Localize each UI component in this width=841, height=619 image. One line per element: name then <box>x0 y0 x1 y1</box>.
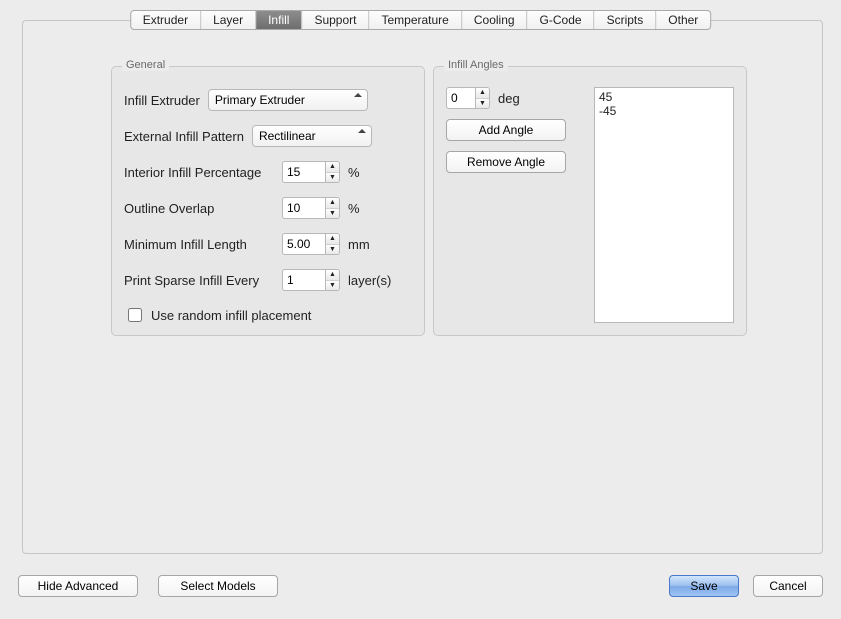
min-length-label: Minimum Infill Length <box>124 237 274 252</box>
outline-overlap-input[interactable] <box>282 197 326 219</box>
min-length-stepper[interactable]: ▲▼ <box>326 233 340 255</box>
angle-stepper[interactable]: ▲▼ <box>476 87 490 109</box>
infill-extruder-label: Infill Extruder <box>124 93 200 108</box>
list-item[interactable]: 45 <box>599 90 729 104</box>
save-button[interactable]: Save <box>669 575 739 597</box>
angle-input[interactable] <box>446 87 476 109</box>
sparse-every-input[interactable] <box>282 269 326 291</box>
list-item[interactable]: -45 <box>599 104 729 118</box>
min-length-unit: mm <box>348 237 370 252</box>
select-models-button[interactable]: Select Models <box>158 575 278 597</box>
group-infill-angles: Infill Angles ▲▼ deg Add Angle Remove An… <box>433 66 747 336</box>
angles-list[interactable]: 45 -45 <box>594 87 734 323</box>
tabbar: Extruder Layer Infill Support Temperatur… <box>130 10 712 30</box>
outline-overlap-unit: % <box>348 201 360 216</box>
remove-angle-button[interactable]: Remove Angle <box>446 151 566 173</box>
interior-percent-input[interactable] <box>282 161 326 183</box>
tab-layer[interactable]: Layer <box>201 11 256 29</box>
tab-cooling[interactable]: Cooling <box>462 11 528 29</box>
group-general: General Infill Extruder Primary Extruder… <box>111 66 425 336</box>
hide-advanced-button[interactable]: Hide Advanced <box>18 575 138 597</box>
interior-percent-unit: % <box>348 165 360 180</box>
external-pattern-select[interactable]: Rectilinear <box>252 125 372 147</box>
sparse-every-unit: layer(s) <box>348 273 391 288</box>
group-general-legend: General <box>122 59 169 71</box>
tab-gcode[interactable]: G-Code <box>528 11 595 29</box>
footer: Hide Advanced Select Models Save Cancel <box>18 575 823 597</box>
tab-scripts[interactable]: Scripts <box>595 11 657 29</box>
outline-overlap-label: Outline Overlap <box>124 201 274 216</box>
interior-percent-stepper[interactable]: ▲▼ <box>326 161 340 183</box>
external-pattern-label: External Infill Pattern <box>124 129 244 144</box>
random-placement-checkbox[interactable] <box>128 308 142 322</box>
tab-support[interactable]: Support <box>302 11 369 29</box>
tab-infill[interactable]: Infill <box>256 11 302 29</box>
angle-unit: deg <box>498 91 520 106</box>
tab-other[interactable]: Other <box>656 11 710 29</box>
min-length-input[interactable] <box>282 233 326 255</box>
interior-percent-label: Interior Infill Percentage <box>124 165 274 180</box>
add-angle-button[interactable]: Add Angle <box>446 119 566 141</box>
outline-overlap-stepper[interactable]: ▲▼ <box>326 197 340 219</box>
group-angles-legend: Infill Angles <box>444 59 508 71</box>
sparse-every-stepper[interactable]: ▲▼ <box>326 269 340 291</box>
tab-extruder[interactable]: Extruder <box>131 11 201 29</box>
tab-temperature[interactable]: Temperature <box>369 11 461 29</box>
infill-extruder-select[interactable]: Primary Extruder <box>208 89 368 111</box>
sparse-every-label: Print Sparse Infill Every <box>124 273 274 288</box>
cancel-button[interactable]: Cancel <box>753 575 823 597</box>
settings-panel: General Infill Extruder Primary Extruder… <box>22 20 823 554</box>
random-placement-label: Use random infill placement <box>151 308 311 323</box>
